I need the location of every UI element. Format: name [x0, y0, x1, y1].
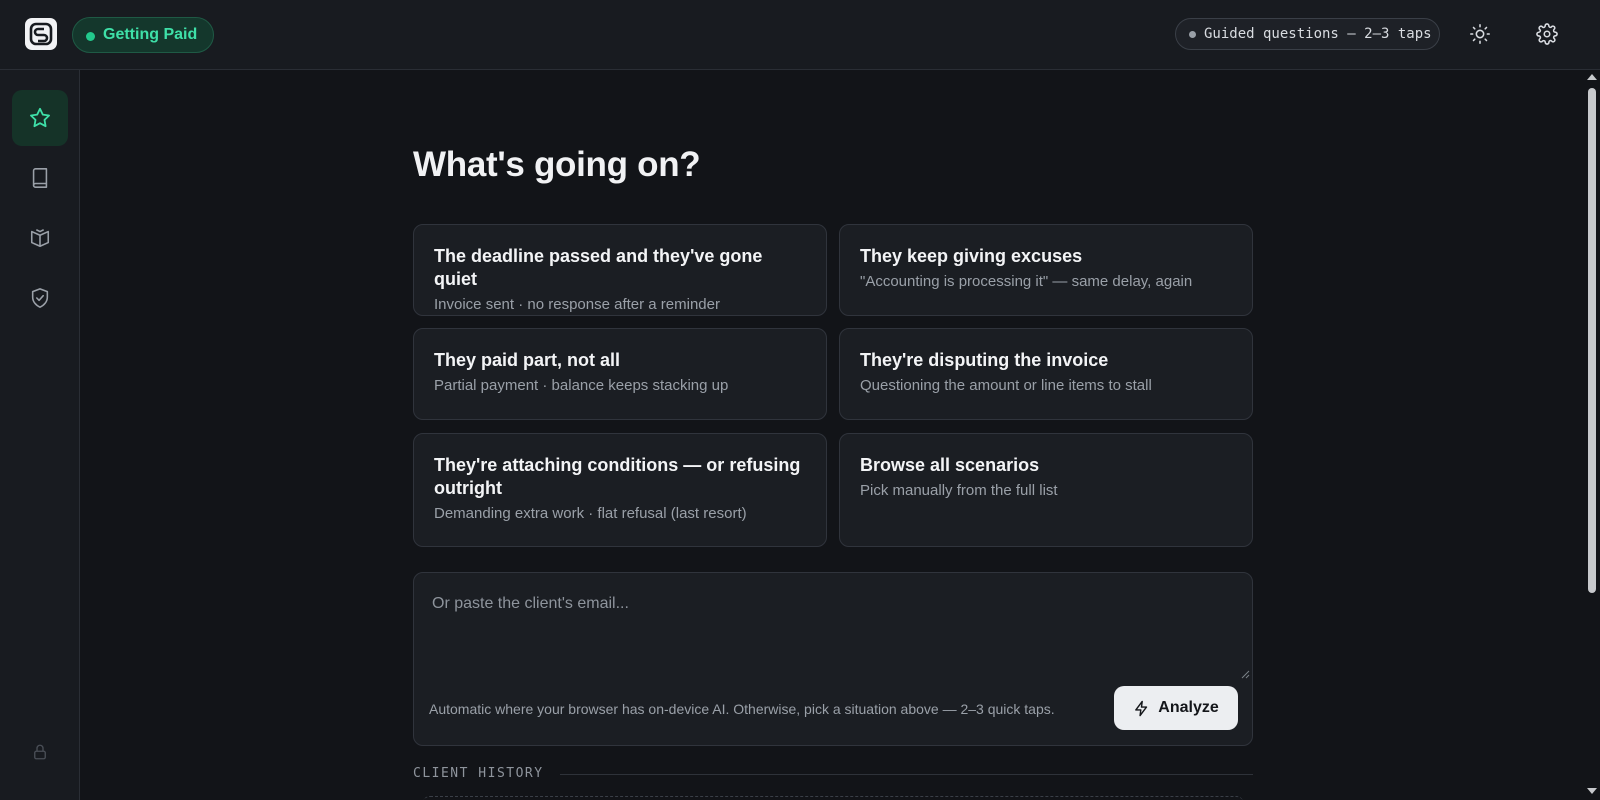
resize-handle[interactable]: [1240, 669, 1250, 679]
mode-label: Getting Paid: [103, 26, 198, 43]
gear-icon[interactable]: [1534, 21, 1560, 47]
lightning-icon: [1135, 700, 1148, 716]
scroll-thumb[interactable]: [1588, 88, 1596, 593]
email-panel: Automatic where your browser has on-devi…: [413, 572, 1253, 746]
card-subtitle: Pick manually from the full list: [860, 482, 1058, 499]
top-bar: Getting Paid Guided questions — 2–3 taps: [0, 0, 1600, 70]
client-history-heading: CLIENT HISTORY: [413, 766, 544, 781]
card-subtitle: Invoice sent · no response after a remin…: [434, 296, 720, 313]
card-subtitle: Demanding extra work · flat refusal (las…: [434, 505, 747, 522]
status-dot: [86, 32, 95, 41]
scroll-down-arrow[interactable]: [1587, 788, 1597, 794]
scenario-card-partial-payment[interactable]: They paid part, not all Partial payment …: [413, 328, 827, 420]
lock-icon: [34, 744, 46, 760]
open-book-icon: [30, 229, 50, 248]
sidebar: [0, 70, 80, 800]
email-hint: Automatic where your browser has on-devi…: [429, 701, 1055, 717]
app-logo-icon[interactable]: [25, 18, 57, 50]
email-input[interactable]: [414, 573, 1252, 681]
scroll-up-arrow[interactable]: [1587, 74, 1597, 80]
scenario-card-gone-quiet[interactable]: The deadline passed and they've gone qui…: [413, 224, 827, 316]
scenario-card-excuses[interactable]: They keep giving excuses "Accounting is …: [839, 224, 1253, 316]
card-title: The deadline passed and they've gone qui…: [434, 246, 763, 289]
card-title: They keep giving excuses: [860, 246, 1083, 266]
book-icon: [32, 168, 48, 188]
main-content: What's going on? The deadline passed and…: [80, 70, 1584, 800]
card-subtitle: Partial payment · balance keeps stacking…: [434, 377, 729, 394]
analyze-label: Analyze: [1158, 699, 1219, 716]
card-title: They're attaching conditions — or refusi…: [434, 455, 801, 498]
page-title: What's going on?: [413, 145, 701, 184]
card-subtitle: Questioning the amount or line items to …: [860, 377, 1152, 394]
status-dot: [1189, 31, 1196, 38]
sidebar-item-library[interactable]: [12, 150, 68, 206]
client-history-panel: [422, 796, 1244, 800]
sidebar-item-protection[interactable]: [12, 270, 68, 326]
scenario-card-dispute[interactable]: They're disputing the invoice Questionin…: [839, 328, 1253, 420]
sidebar-item-scenarios[interactable]: [12, 90, 68, 146]
divider: [560, 774, 1253, 775]
shield-check-icon: [31, 288, 49, 308]
mode-badge[interactable]: Getting Paid: [72, 17, 215, 53]
scenario-card-conditions[interactable]: They're attaching conditions — or refusi…: [413, 433, 827, 547]
sidebar-item-lock[interactable]: [12, 724, 68, 780]
sun-icon[interactable]: [1467, 21, 1493, 47]
card-title: They're disputing the invoice: [860, 350, 1109, 370]
card-subtitle: "Accounting is processing it" — same del…: [860, 273, 1193, 290]
star-icon: [30, 107, 50, 128]
scenario-card-browse-all[interactable]: Browse all scenarios Pick manually from …: [839, 433, 1253, 547]
page-scrollbar[interactable]: [1584, 70, 1600, 800]
guided-questions-pill[interactable]: Guided questions — 2–3 taps: [1175, 18, 1440, 50]
card-title: They paid part, not all: [434, 350, 621, 370]
sidebar-item-guides[interactable]: [12, 210, 68, 266]
guided-label: Guided questions — 2–3 taps: [1204, 26, 1432, 42]
card-title: Browse all scenarios: [860, 455, 1040, 475]
analyze-button[interactable]: Analyze: [1114, 686, 1238, 730]
